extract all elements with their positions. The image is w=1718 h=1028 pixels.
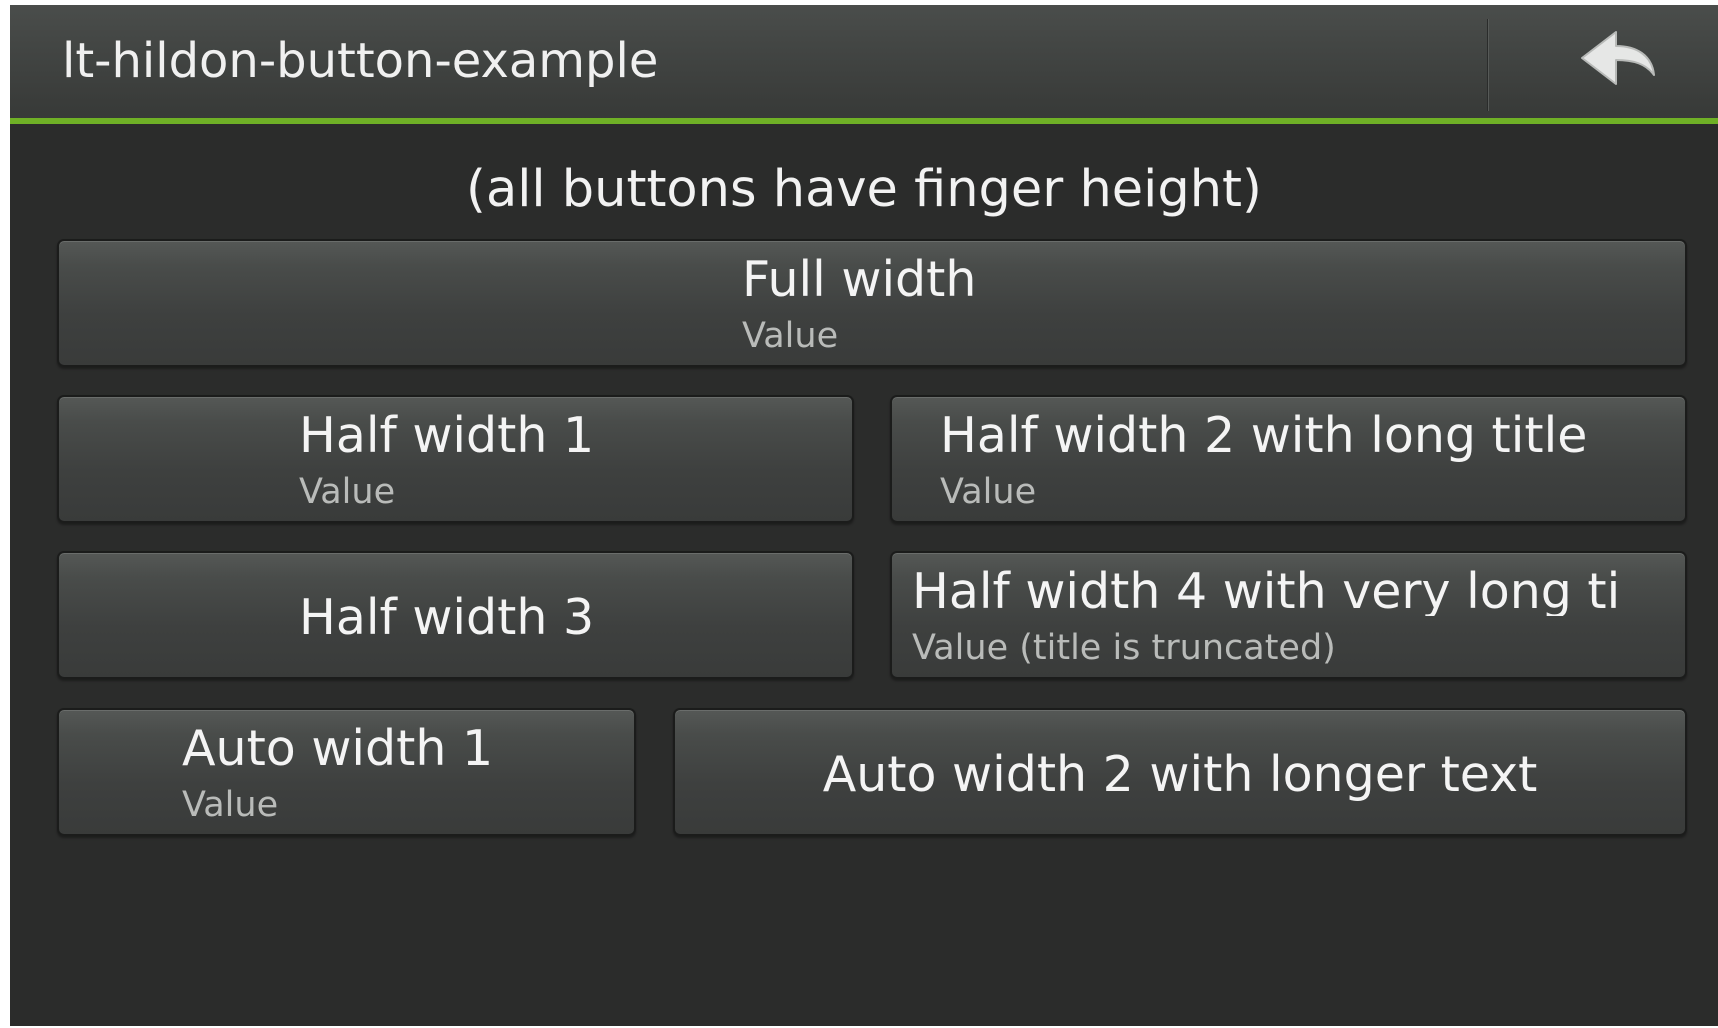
back-button[interactable] xyxy=(1490,5,1718,120)
half-width-2-button[interactable]: Half width 2 with long title Value xyxy=(890,395,1687,523)
title-bar-divider xyxy=(1487,19,1489,111)
auto-width-1-button[interactable]: Auto width 1 Value xyxy=(57,708,636,836)
half-width-4-button[interactable]: Half width 4 with very long ti Value (ti… xyxy=(890,551,1687,679)
button-value: Value xyxy=(299,472,396,512)
button-title: Half width 1 xyxy=(299,407,595,464)
instruction-label: (all buttons have finger height) xyxy=(466,160,1262,219)
button-value: Value (title is truncated) xyxy=(912,628,1336,668)
button-title: Half width 2 with long title xyxy=(940,407,1588,464)
button-value: Value xyxy=(742,316,839,356)
title-bar-accent-line xyxy=(10,118,1718,124)
auto-width-2-button[interactable]: Auto width 2 with longer text xyxy=(673,708,1687,836)
button-value: Value xyxy=(182,785,279,825)
title-bar: lt-hildon-button-example xyxy=(10,5,1718,120)
button-title: Full width xyxy=(742,251,977,308)
back-arrow-icon xyxy=(1581,31,1655,85)
half-width-3-button[interactable]: Half width 3 xyxy=(57,551,854,679)
button-title: Auto width 2 with longer text xyxy=(822,746,1538,803)
half-width-1-button[interactable]: Half width 1 Value xyxy=(57,395,854,523)
button-title: Half width 4 with very long ti xyxy=(912,567,1621,616)
button-title: Half width 3 xyxy=(299,589,595,646)
app-window: lt-hildon-button-example (all buttons ha… xyxy=(10,5,1718,1026)
full-width-button[interactable]: Full width Value xyxy=(57,239,1687,367)
button-title: Auto width 1 xyxy=(182,720,494,777)
button-value: Value xyxy=(940,472,1037,512)
window-title: lt-hildon-button-example xyxy=(62,33,659,89)
